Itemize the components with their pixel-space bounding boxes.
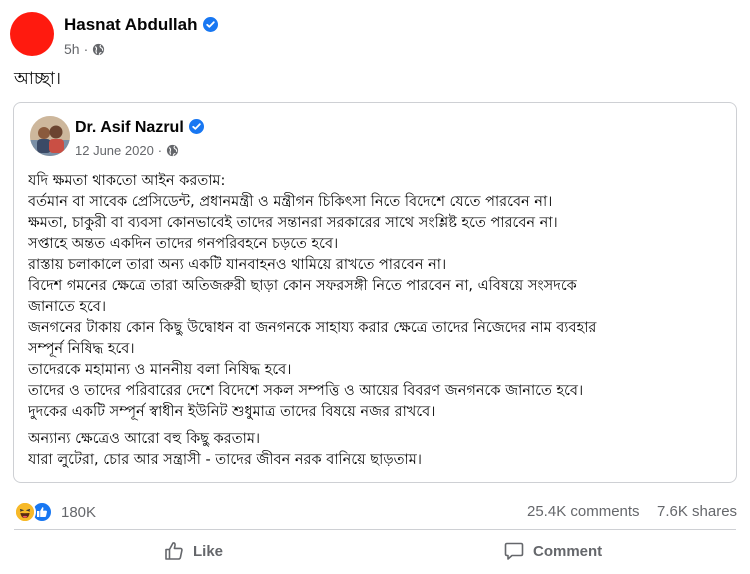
body-line: বিদেশ গমনের ক্ষেত্রে তারা অতিজরুরী ছাড়া… — [28, 278, 577, 294]
body-line: তাদেরকে মহামান্য ও মাননীয় বলা নিষিদ্ধ হ… — [28, 362, 292, 378]
body-line: সপ্তাহে অন্তত একদিন তাদের গনপরিবহনে চড়ত… — [28, 236, 339, 252]
post-stats: 180K 25.4K comments 7.6K shares — [0, 497, 750, 525]
body-line: জনগনের টাকায় কোন কিছু উদ্বোধন বা জনগনকে… — [28, 320, 597, 336]
body-line: রাস্তায় চলাকালে তারা অন্য একটি যানবাহনও… — [28, 257, 447, 273]
body-line: যারা লুটেরা, চোর আর সন্ত্রাসী - তাদের জী… — [28, 452, 422, 468]
globe-icon — [166, 144, 179, 157]
post-header: Hasnat Abdullah 5h · — [0, 0, 750, 64]
comment-button[interactable]: Comment — [503, 532, 602, 570]
shares-count[interactable]: 7.6K shares — [657, 503, 737, 520]
reactions-summary[interactable]: 180K — [14, 501, 96, 523]
avatar[interactable] — [10, 12, 54, 56]
author-name[interactable]: Hasnat Abdullah — [64, 15, 198, 34]
like-button[interactable]: Like — [163, 532, 223, 570]
reaction-count: 180K — [61, 503, 97, 521]
shared-post-body: যদি ক্ষমতা থাকতো আইন করতাম: বর্তমান বা স… — [28, 171, 728, 471]
action-divider — [14, 529, 736, 530]
globe-icon — [92, 43, 105, 56]
comment-bubble-icon — [504, 542, 524, 560]
body-line: জানাতে হবে। — [28, 299, 107, 315]
meta-separator: · — [157, 143, 163, 158]
author-row: Hasnat Abdullah — [64, 15, 218, 35]
shared-author-row: Dr. Asif Nazrul — [75, 119, 204, 137]
body-line: যদি ক্ষমতা থাকতো আইন করতাম: — [28, 173, 226, 189]
post-meta: 5h · — [64, 41, 105, 57]
shared-post-card[interactable]: Dr. Asif Nazrul 12 June 2020 · যদি ক্ষমত… — [13, 102, 737, 483]
shared-author-avatar[interactable] — [30, 116, 70, 156]
verified-badge-icon — [188, 119, 204, 134]
body-line: ক্ষমতা, চাকুরী বা ব্যবসা কোনভাবেই তাদের … — [28, 215, 558, 231]
body-line: বর্তমান বা সাবেক প্রেসিডেন্ট, প্রধানমন্ত… — [28, 194, 553, 210]
haha-reaction-icon — [14, 501, 36, 523]
body-line: তাদের ও তাদের পরিবারের দেশে বিদেশে সকল স… — [28, 383, 584, 399]
post-text: আচ্ছা। — [14, 69, 61, 89]
comment-label: Comment — [533, 542, 603, 560]
meta-separator: · — [83, 41, 89, 57]
body-line: দুদকের একটি সম্পূর্ন স্বাধীন ইউনিট শুধুম… — [28, 404, 436, 420]
shared-meta: 12 June 2020 · — [75, 143, 179, 158]
shared-date[interactable]: 12 June 2020 — [75, 143, 154, 158]
post-time[interactable]: 5h — [64, 41, 80, 57]
body-line: সম্পূর্ন নিষিদ্ধ হবে। — [28, 341, 135, 357]
thumbs-up-icon — [165, 542, 183, 560]
comments-count[interactable]: 25.4K comments — [527, 503, 640, 520]
body-line: অন্যান্য ক্ষেত্রেও আরো বহু কিছু করতাম। — [28, 431, 261, 447]
shared-author-name[interactable]: Dr. Asif Nazrul — [75, 119, 184, 136]
verified-badge-icon — [202, 17, 218, 32]
like-label: Like — [193, 542, 224, 560]
